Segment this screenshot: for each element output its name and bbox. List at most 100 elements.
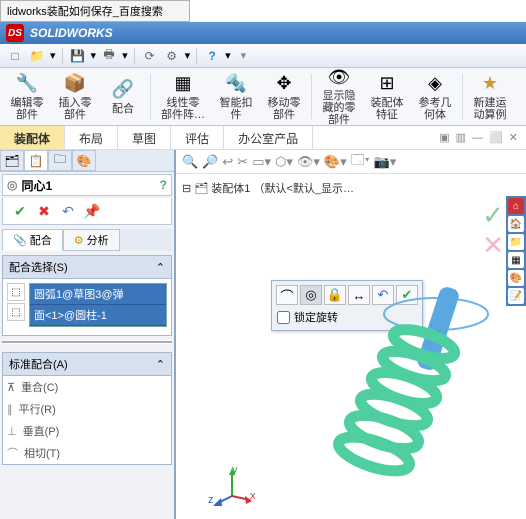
coincident-icon: ⊼	[7, 381, 15, 394]
task-pane: ⌂ 🏠 📁 ▦ 🎨 📝	[506, 196, 526, 306]
tangent-small-icon[interactable]: ⌒	[276, 285, 298, 305]
standard-mates-header[interactable]: 标准配合(A) ⌃	[2, 352, 172, 376]
quick-access-toolbar: □ 📁▾ 💾▾ 🖶▾ ⟳ ⚙▾ ?▾ ▾	[0, 44, 526, 68]
reject-preview-icon[interactable]: ✕	[482, 230, 504, 261]
maximize-doc-icon[interactable]: ⬜	[489, 131, 503, 144]
move-icon: ✥	[272, 72, 296, 95]
tab-assembly[interactable]: 装配体	[0, 126, 65, 149]
solidworks-logo-icon: DS	[6, 24, 24, 42]
feature-tree-tab[interactable]: 🗂	[0, 150, 24, 171]
open-file-icon[interactable]: 📁	[28, 47, 46, 65]
design-lib-icon[interactable]: 🏠	[508, 216, 524, 232]
new-file-icon[interactable]: □	[6, 47, 24, 65]
move-component-button[interactable]: ✥移动零部件	[261, 70, 307, 123]
close-doc-icon[interactable]: ✕	[509, 131, 518, 144]
show-hidden-button[interactable]: 👁显示隐藏的零部件	[316, 70, 362, 123]
help-icon[interactable]: ?	[160, 178, 167, 192]
view-palette-icon[interactable]: ▦	[508, 252, 524, 268]
insert-component-button[interactable]: 📦插入零部件	[52, 70, 98, 123]
collapse-icon: ⌃	[156, 261, 165, 274]
parallel-icon: ∥	[7, 403, 13, 416]
zoom-fit-icon[interactable]: 🔍	[182, 154, 198, 170]
ref-geom-icon: ◈	[423, 72, 447, 95]
options-icon[interactable]: ⚙	[163, 47, 181, 65]
command-tabs: 装配体 布局 草图 评估 办公室产品 ▣ ▥ — ⬜ ✕	[0, 126, 526, 150]
coordinate-triad: y x z	[212, 466, 252, 509]
motion-icon: ★	[478, 72, 502, 95]
accept-preview-icon[interactable]: ✓	[482, 200, 504, 231]
mate-button[interactable]: 🔗配合	[100, 70, 146, 123]
title-bar: DS SOLIDWORKS	[0, 22, 526, 44]
linear-pattern-button[interactable]: ▦线性零部件阵…	[155, 70, 211, 123]
tab-sketch[interactable]: 草图	[118, 126, 171, 149]
property-title: 同心1	[21, 177, 52, 194]
appearance-icon[interactable]: 🎨▾	[324, 154, 347, 170]
cancel-button[interactable]: ✖	[35, 202, 53, 220]
render-icon[interactable]: 📷▾	[374, 154, 397, 170]
file-explorer-icon[interactable]: 📁	[508, 234, 524, 250]
perpendicular-mate[interactable]: ⊥垂直(P)	[3, 420, 171, 442]
entity-icon[interactable]: ⬚	[7, 283, 25, 301]
tab-layout[interactable]: 布局	[65, 126, 118, 149]
help-dropdown-icon[interactable]: ?	[203, 47, 221, 65]
scene-icon[interactable]: 🗔▾	[351, 151, 370, 173]
viewport-icon[interactable]: ▥	[456, 131, 466, 144]
parallel-mate[interactable]: ∥平行(R)	[3, 398, 171, 420]
property-manager-panel: 🗂 📋 🗀 🎨 ◎ 同心1 ? ✔ ✖ ↶ 📌 📎配合 ⚙分析 配合选择(S) …	[0, 150, 176, 519]
assembly-features-button[interactable]: ⊞装配体特征	[364, 70, 410, 123]
view-orient-icon[interactable]: ⬡▾	[275, 154, 293, 170]
appearance-tab[interactable]: 🎨	[72, 150, 96, 171]
new-motion-study-button[interactable]: ★新建运动算例	[467, 70, 513, 123]
smart-fasteners-button[interactable]: 🔩智能扣件	[213, 70, 259, 123]
fastener-icon: 🔩	[224, 72, 248, 95]
selection-list[interactable]: 圆弧1@草图3@弹 面<1>@圆柱-1	[29, 283, 167, 327]
property-tab[interactable]: 📋	[24, 150, 48, 171]
edit-component-button[interactable]: 🔧编辑零部件	[4, 70, 50, 123]
gear-icon: ⚙	[74, 234, 84, 247]
tangent-icon: ⌒	[7, 445, 18, 461]
selection-item[interactable]: 面<1>@圆柱-1	[30, 305, 166, 326]
undo-button[interactable]: ↶	[59, 202, 77, 220]
minimize-doc-icon[interactable]: —	[472, 132, 483, 144]
prev-view-icon[interactable]: ↩	[222, 154, 233, 170]
selection-item[interactable]: 圆弧1@草图3@弹	[30, 284, 166, 305]
mate-icon: 🔗	[111, 77, 135, 101]
tangent-mate[interactable]: ⌒相切(T)	[3, 442, 171, 464]
custom-props-icon[interactable]: 📝	[508, 288, 524, 304]
flyout-tree-root[interactable]: ⊟ 🗂 装配体1 （默认<默认_显示…	[182, 180, 354, 196]
rebuild-icon[interactable]: ⟳	[141, 47, 159, 65]
features-icon: ⊞	[375, 72, 399, 95]
pushpin-button[interactable]: 📌	[83, 202, 101, 220]
browser-tab-title: lidworks装配如何保存_百度搜索	[0, 0, 190, 22]
tab-evaluate[interactable]: 评估	[171, 126, 224, 149]
zoom-area-icon[interactable]: 🔎	[202, 154, 218, 170]
print-icon[interactable]: 🖶	[100, 47, 118, 65]
save-icon[interactable]: 💾	[69, 47, 87, 65]
tab-office[interactable]: 办公室产品	[224, 126, 313, 149]
ok-button[interactable]: ✔	[11, 202, 29, 220]
section-icon[interactable]: ✂	[237, 154, 248, 170]
model-spring-graphic	[306, 274, 496, 489]
command-ribbon: 🔧编辑零部件 📦插入零部件 🔗配合 ▦线性零部件阵… 🔩智能扣件 ✥移动零部件 …	[0, 68, 526, 126]
hide-show-icon[interactable]: 👁▾	[297, 154, 320, 170]
config-tab[interactable]: 🗀	[48, 150, 72, 171]
app-title: SOLIDWORKS	[30, 26, 113, 40]
resources-icon[interactable]: ⌂	[508, 198, 524, 214]
visibility-icon: 👁	[327, 67, 351, 88]
splitter[interactable]	[2, 340, 172, 344]
subtab-mate[interactable]: 📎配合	[2, 229, 63, 251]
pattern-icon: ▦	[171, 72, 195, 95]
mate-selection-header[interactable]: 配合选择(S) ⌃	[2, 255, 172, 279]
coincident-mate[interactable]: ⊼重合(C)	[3, 376, 171, 398]
clip-icon: 📎	[13, 234, 27, 247]
viewport-icon[interactable]: ▣	[439, 131, 449, 144]
property-title-bar: ◎ 同心1 ?	[2, 174, 172, 196]
display-style-icon[interactable]: ▭▾	[252, 154, 271, 170]
entity-icon[interactable]: ⬚	[7, 303, 25, 321]
reference-geometry-button[interactable]: ◈参考几何体	[412, 70, 458, 123]
concentric-icon: ◎	[7, 178, 17, 192]
graphics-area[interactable]: 🔍 🔎 ↩ ✂ ▭▾ ⬡▾ 👁▾ 🎨▾ 🗔▾ 📷▾ ⊟ 🗂 装配体1 （默认<默…	[176, 150, 526, 519]
subtab-analysis[interactable]: ⚙分析	[63, 229, 120, 251]
perpendicular-icon: ⊥	[7, 425, 17, 438]
appearances-icon[interactable]: 🎨	[508, 270, 524, 286]
